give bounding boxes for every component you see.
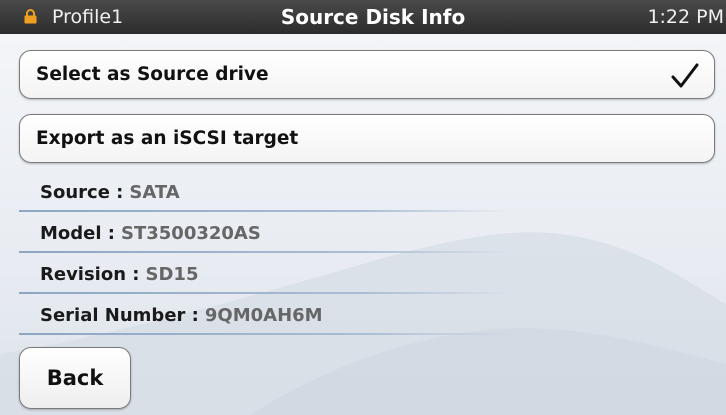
export-iscsi-target-label: Export as an iSCSI target — [36, 128, 299, 149]
info-row-revision: Revision : SD15 — [19, 254, 715, 294]
status-bar: Profile1 Source Disk Info 1:22 PM — [0, 0, 726, 34]
divider — [19, 210, 509, 212]
model-label: Model : ST3500320AS — [40, 223, 261, 244]
source-value: SATA — [129, 182, 180, 203]
checkmark-icon — [671, 63, 699, 88]
info-row-model: Model : ST3500320AS — [19, 213, 715, 253]
divider — [19, 251, 509, 253]
select-source-drive-button[interactable]: Select as Source drive — [19, 50, 715, 99]
revision-value: SD15 — [145, 264, 199, 285]
divider — [19, 333, 509, 335]
page-title: Source Disk Info — [280, 5, 466, 29]
select-source-drive-label: Select as Source drive — [36, 64, 269, 85]
back-button[interactable]: Back — [19, 347, 131, 409]
source-label: Source : SATA — [40, 182, 180, 203]
serial-number-value: 9QM0AH6M — [204, 305, 323, 326]
model-value: ST3500320AS — [121, 223, 261, 244]
info-row-serial-number: Serial Number :9QM0AH6M — [19, 295, 715, 335]
back-button-label: Back — [46, 366, 104, 390]
revision-label: Revision : SD15 — [40, 264, 199, 285]
clock: 1:22 PM — [647, 6, 724, 28]
info-row-source: Source : SATA — [19, 172, 715, 212]
divider — [19, 292, 509, 294]
serial-number-label: Serial Number :9QM0AH6M — [40, 305, 323, 326]
main-content: Select as Source drive Export as an iSCS… — [0, 34, 726, 415]
export-iscsi-target-button[interactable]: Export as an iSCSI target — [19, 114, 715, 163]
